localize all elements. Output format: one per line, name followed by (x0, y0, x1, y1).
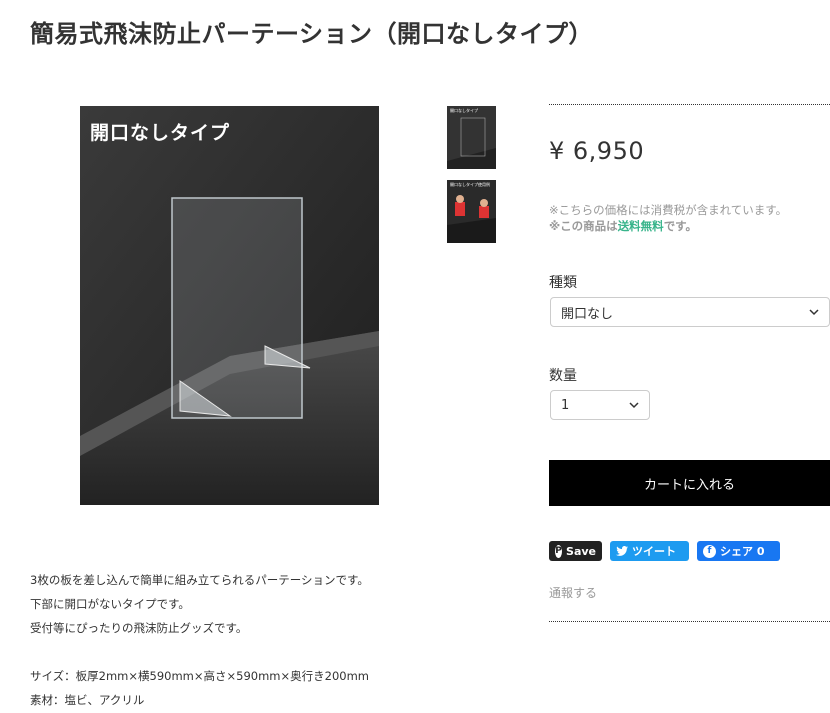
type-select-value: 開口なし (561, 306, 614, 322)
thumbnail-2-image (447, 180, 496, 243)
product-title: 簡易式飛沫防止パーテーション（開口なしタイプ） (30, 20, 594, 48)
product-price: ¥ 6,950 (549, 137, 645, 165)
thumbnail-1[interactable]: 開口なしタイプ (447, 106, 496, 169)
thumbnail-1-caption: 開口なしタイプ (450, 108, 478, 113)
chevron-down-icon (809, 309, 819, 316)
description-line: サイズ：板厚2mm×横590mm×高さ×590mm×奥行き200mm (30, 669, 369, 683)
type-select[interactable]: 開口なし (550, 297, 830, 327)
thumbnail-2[interactable]: 開口なしタイプ使用例 (447, 180, 496, 243)
divider-top (549, 104, 830, 105)
pinterest-icon: P (555, 544, 563, 558)
description-line (30, 640, 369, 664)
report-link[interactable]: 通報する (549, 584, 597, 601)
description-line: 受付等にぴったりの飛沫防止グッズです。 (30, 621, 248, 635)
quantity-label: 数量 (549, 368, 577, 384)
quantity-select[interactable]: 1 (550, 390, 650, 420)
pinterest-save-button[interactable]: P Save (549, 541, 602, 561)
chevron-down-icon (629, 402, 639, 409)
thumbnail-1-image (447, 106, 496, 169)
facebook-share-button[interactable]: f シェア 0 (697, 541, 780, 561)
quantity-select-value: 1 (561, 397, 570, 413)
thumbnail-2-caption: 開口なしタイプ使用例 (450, 182, 490, 187)
twitter-bird-icon (616, 546, 628, 556)
add-to-cart-button[interactable]: カートに入れる (549, 460, 830, 506)
type-label: 種類 (549, 275, 577, 291)
facebook-icon: f (703, 544, 716, 558)
description-line: 素材：塩ビ、アクリル (30, 693, 145, 707)
shipping-prefix: ※この商品は (549, 219, 618, 233)
shipping-note: ※この商品は送料無料です。 (549, 218, 697, 234)
description-line: 3枚の板を差し込んで簡単に組み立てられるパーテーションです。 (30, 573, 369, 587)
product-main-image: 開口なしタイプ (80, 106, 379, 505)
tweet-button[interactable]: ツイート (610, 541, 689, 561)
description-line: 下部に開口がないタイプです。 (30, 597, 190, 611)
divider-bottom (549, 621, 830, 622)
facebook-label: シェア 0 (720, 545, 765, 558)
pinterest-label: Save (566, 544, 596, 558)
partition-photo (80, 106, 379, 505)
main-image-caption: 開口なしタイプ (90, 122, 231, 144)
tweet-label: ツイート (632, 545, 676, 558)
free-shipping-label: 送料無料 (617, 219, 664, 233)
shipping-suffix: です。 (663, 219, 698, 233)
product-description: 3枚の板を差し込んで簡単に組み立てられるパーテーションです。 下部に開口がないタ… (30, 568, 369, 712)
tax-note: ※こちらの価格には消費税が含まれています。 (549, 203, 788, 217)
